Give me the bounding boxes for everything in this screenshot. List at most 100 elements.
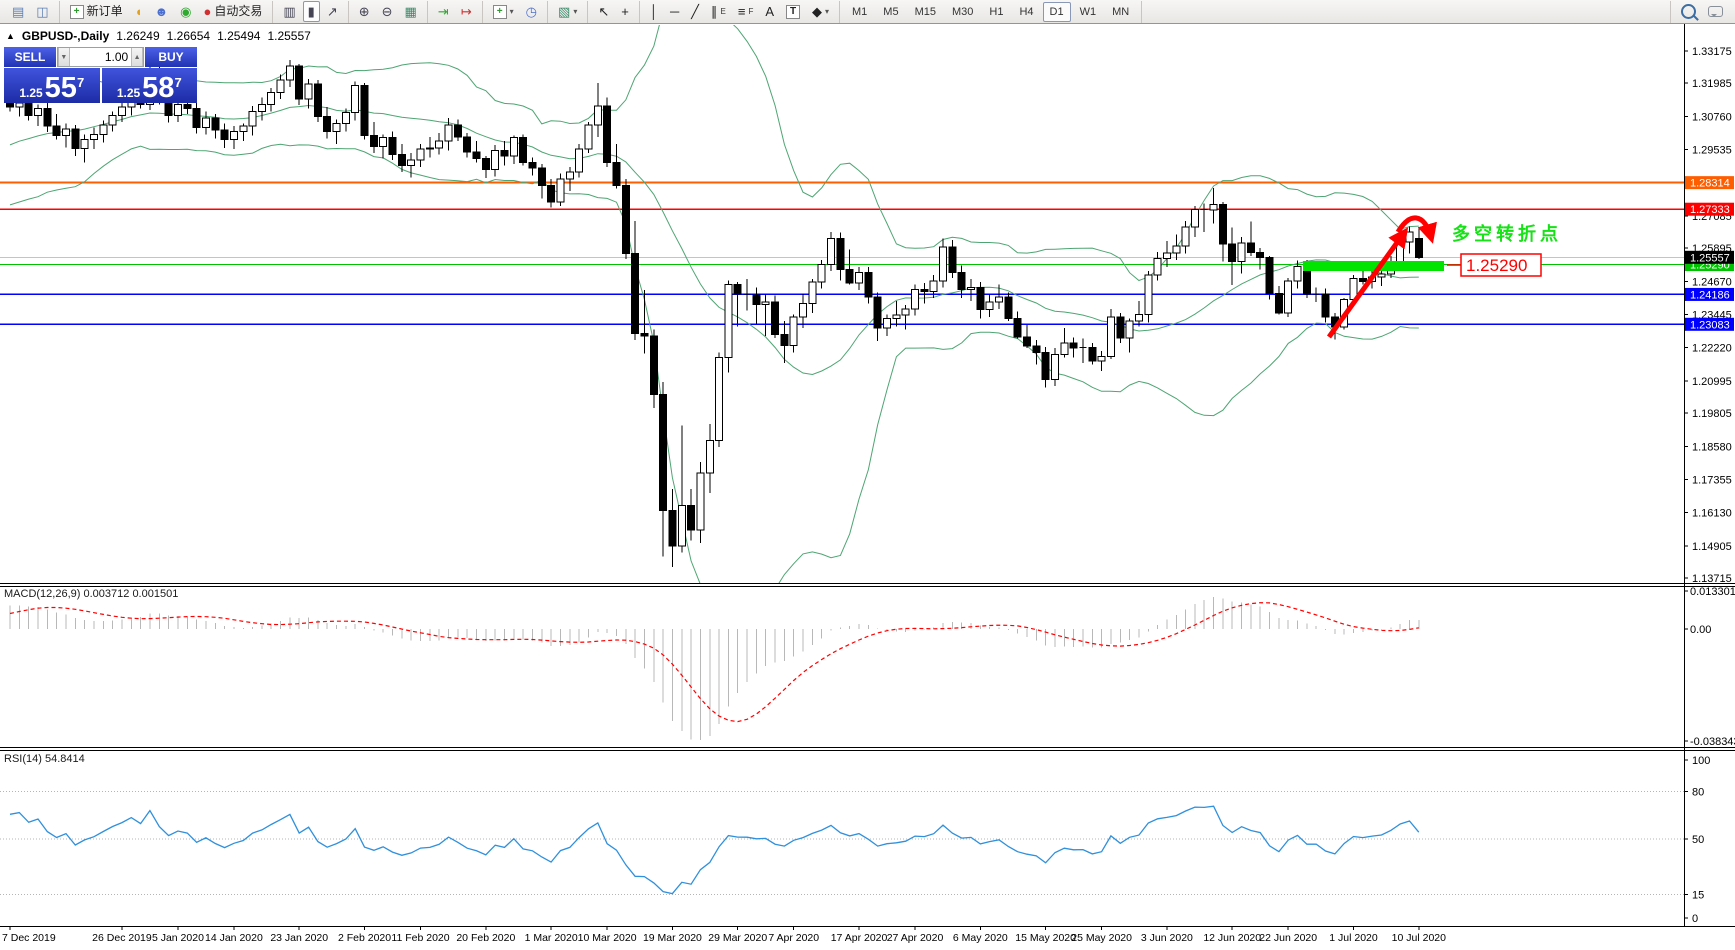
sell-button[interactable]: SELL xyxy=(4,47,56,67)
svg-text:0: 0 xyxy=(1692,913,1698,925)
crosshair-glyph: + xyxy=(621,5,629,18)
timeframe-M15-button[interactable]: M15 xyxy=(908,2,943,22)
text-label-tool-icon[interactable]: T xyxy=(781,1,805,22)
alert-glyph: ◖ xyxy=(135,5,143,18)
horizontal-line-tool-icon[interactable]: ─ xyxy=(665,1,684,22)
svg-text:1.27333: 1.27333 xyxy=(1690,204,1730,216)
svg-text:0.00: 0.00 xyxy=(1690,624,1711,636)
zoom-out-icon[interactable]: ⊖ xyxy=(377,1,398,22)
channel-tool-icon[interactable]: ∥E xyxy=(706,1,731,22)
bollinger-bands xyxy=(10,0,1419,605)
charts-list-icon[interactable]: ▤ xyxy=(7,1,29,22)
channel-tool-glyph: ∥ xyxy=(711,5,718,18)
svg-text:1.30760: 1.30760 xyxy=(1692,111,1732,123)
buy-button[interactable]: BUY xyxy=(145,47,197,67)
chart-template-icon[interactable]: ▧▾ xyxy=(553,1,582,22)
candlestick-mode-glyph: ▮ xyxy=(308,5,315,18)
price-tag-label: 1.25290 xyxy=(1466,256,1527,275)
fibonacci-tool-glyph: ≡ xyxy=(738,5,746,18)
timeframe-W1-button[interactable]: W1 xyxy=(1073,2,1104,22)
chart-template-glyph: ▧ xyxy=(558,5,570,18)
turning-point-annotation[interactable]: 多空转折点 xyxy=(1452,223,1562,244)
up-arrow-annotation[interactable] xyxy=(1329,233,1404,337)
support-zone-rectangle[interactable] xyxy=(1303,261,1444,271)
chart-canvas[interactable]: 1.25290多空转折点1.331751.319851.307601.29535… xyxy=(0,0,1735,950)
bar-chart-mode-glyph: ▥ xyxy=(283,5,295,18)
vertical-line-tool-icon[interactable]: │ xyxy=(645,1,663,22)
ohlc-close: 1.25557 xyxy=(267,29,310,43)
svg-text:2 Feb 2020: 2 Feb 2020 xyxy=(338,932,391,944)
price-axis[interactable]: 1.331751.319851.307601.295351.283101.270… xyxy=(1684,24,1735,926)
text-label-tool-glyph: T xyxy=(786,5,800,19)
expert-advisor-glyph: ☻ xyxy=(154,5,168,18)
date-axis[interactable]: 7 Dec 201926 Dec 20195 Jan 202014 Jan 20… xyxy=(2,927,1446,944)
volume-decrease-button[interactable]: ▼ xyxy=(58,48,70,66)
timeframe-H4-button[interactable]: H4 xyxy=(1012,2,1040,22)
zoom-in-icon[interactable]: ⊕ xyxy=(354,1,375,22)
arrows-tool-icon[interactable]: ◆▾ xyxy=(807,1,834,22)
add-indicator-icon[interactable]: +▾ xyxy=(488,1,519,22)
bar-chart-mode-icon[interactable]: ▥ xyxy=(278,1,300,22)
alert-icon[interactable]: ◖ xyxy=(130,1,148,22)
toolbar-group-windows: ▤◫ xyxy=(2,1,60,23)
sell-price-box[interactable]: 1.25 55 7 xyxy=(4,68,100,103)
symbol-period-label: GBPUSD-,Daily xyxy=(22,29,109,43)
svg-text:1.24670: 1.24670 xyxy=(1692,276,1732,288)
svg-text:1.18580: 1.18580 xyxy=(1692,441,1732,453)
mt4-window: ▤◫+新订单◖☻◉●自动交易▥▮↗⊕⊖▦⇥↦+▾◷▧▾↖+│─╱∥E≡FAT◆▾… xyxy=(0,0,1735,950)
svg-text:29 Mar 2020: 29 Mar 2020 xyxy=(708,932,767,944)
periods-icon[interactable]: ◷ xyxy=(521,1,542,22)
one-click-toggle-icon[interactable]: ▲ xyxy=(6,31,15,41)
volume-control: ▼ ▲ xyxy=(57,47,144,67)
chat-icon[interactable] xyxy=(1703,1,1728,22)
tick-chart-icon[interactable]: ◫ xyxy=(31,1,53,22)
svg-text:26 Dec 2019: 26 Dec 2019 xyxy=(92,932,152,944)
text-tool-icon[interactable]: A xyxy=(760,1,779,22)
toolbar-group-templates: ▧▾ xyxy=(548,1,588,23)
toolbar-group-right xyxy=(1670,1,1733,23)
signals-glyph: ◉ xyxy=(180,5,191,18)
svg-text:15 May 2020: 15 May 2020 xyxy=(1015,932,1076,944)
line-chart-mode-glyph: ↗ xyxy=(327,5,338,18)
svg-text:3 Jun 2020: 3 Jun 2020 xyxy=(1141,932,1193,944)
auto-scroll-icon[interactable]: ⇥ xyxy=(433,1,454,22)
auto-scroll-glyph: ⇥ xyxy=(438,5,449,18)
timeframe-H1-button[interactable]: H1 xyxy=(982,2,1010,22)
search-icon[interactable] xyxy=(1676,1,1701,22)
svg-text:1.19805: 1.19805 xyxy=(1692,408,1732,420)
line-chart-mode-icon[interactable]: ↗ xyxy=(322,1,343,22)
timeframe-MN-button[interactable]: MN xyxy=(1105,2,1136,22)
auto-trading-label: 自动交易 xyxy=(214,3,262,20)
vertical-line-tool-glyph: │ xyxy=(650,5,658,18)
auto-trading-button[interactable]: ●自动交易 xyxy=(199,1,268,22)
buy-price-box[interactable]: 1.25 58 7 xyxy=(102,68,198,103)
ohlc-high: 1.26654 xyxy=(167,29,210,43)
zoom-in-glyph: ⊕ xyxy=(359,5,370,18)
tile-windows-icon[interactable]: ▦ xyxy=(400,1,422,22)
signals-icon[interactable]: ◉ xyxy=(175,1,196,22)
volume-input[interactable] xyxy=(70,48,131,66)
buy-price-small: 1.25 xyxy=(117,87,140,100)
timeframe-M30-button[interactable]: M30 xyxy=(945,2,980,22)
crosshair-icon[interactable]: + xyxy=(616,1,634,22)
expert-advisor-icon[interactable]: ☻ xyxy=(149,1,173,22)
fibonacci-tool-icon[interactable]: ≡F xyxy=(733,1,758,22)
cursor-icon[interactable]: ↖ xyxy=(593,1,614,22)
svg-text:100: 100 xyxy=(1692,755,1710,767)
toolbar-group-indicators: +▾◷ xyxy=(483,1,548,23)
new-order-button[interactable]: +新订单 xyxy=(65,1,128,22)
svg-text:6 May 2020: 6 May 2020 xyxy=(953,932,1008,944)
svg-text:1.31985: 1.31985 xyxy=(1692,78,1732,90)
bb-middle-band xyxy=(10,106,1419,375)
timeframe-D1-button[interactable]: D1 xyxy=(1043,2,1071,22)
candlestick-mode-icon[interactable]: ▮ xyxy=(303,1,320,22)
svg-text:1 Mar 2020: 1 Mar 2020 xyxy=(525,932,578,944)
volume-increase-button[interactable]: ▲ xyxy=(131,48,143,66)
trendline-tool-icon[interactable]: ╱ xyxy=(686,1,704,22)
rsi-indicator-label: RSI(14) 54.8414 xyxy=(4,753,85,765)
timeframe-M5-button[interactable]: M5 xyxy=(876,2,905,22)
timeframe-M1-button[interactable]: M1 xyxy=(845,2,874,22)
chart-shift-icon[interactable]: ↦ xyxy=(456,1,477,22)
svg-text:23 Jan 2020: 23 Jan 2020 xyxy=(270,932,328,944)
new-order-glyph: + xyxy=(70,5,84,19)
